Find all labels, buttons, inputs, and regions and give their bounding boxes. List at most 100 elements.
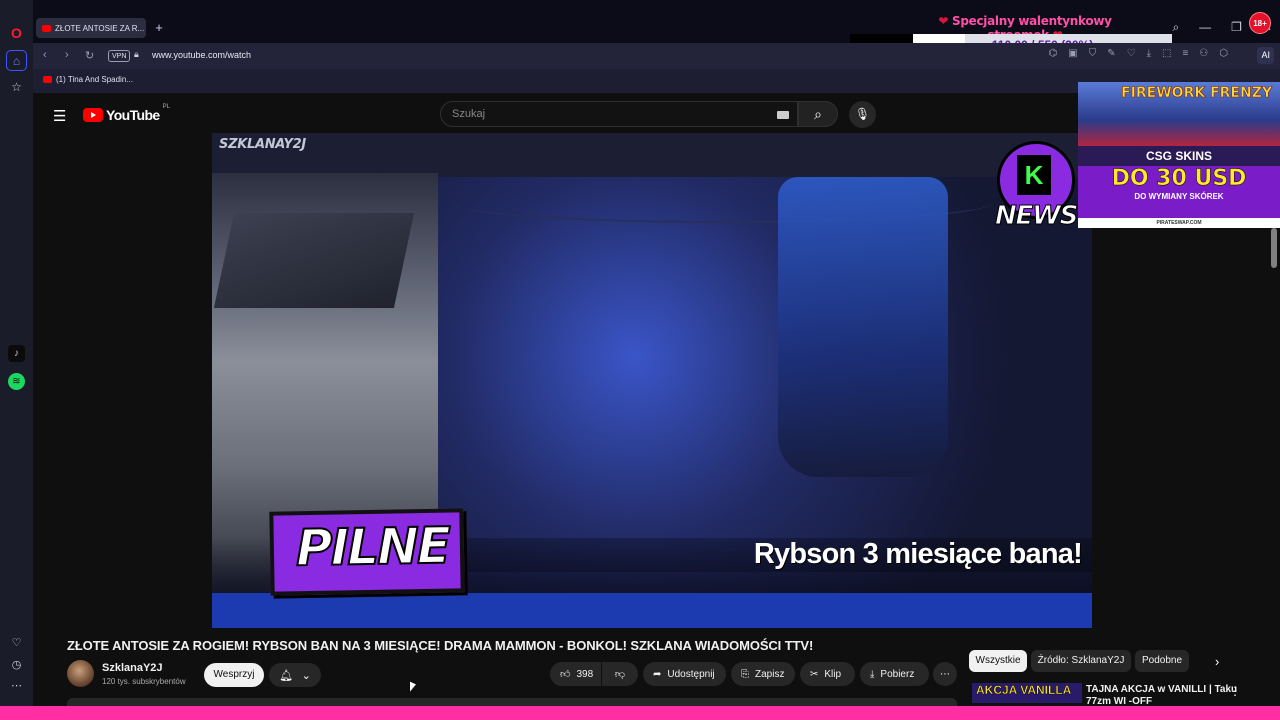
thumbnail-text: AKCJA VANILLA xyxy=(976,683,1072,697)
url-field[interactable]: www.youtube.com/watch xyxy=(152,50,251,60)
download-button[interactable]: ⤓ Pobierz xyxy=(860,662,929,686)
search-button[interactable]: ⌕ xyxy=(798,101,838,127)
save-button[interactable]: ⎘ Zapisz xyxy=(731,662,795,686)
kebab-menu-icon[interactable]: ⋮ xyxy=(1229,684,1241,698)
chevron-down-icon: ⌄ xyxy=(301,669,311,682)
description-box[interactable] xyxy=(67,698,957,706)
ad-banner[interactable]: FIREWORK FRENZY CSG SKINS DO 30 USD DO W… xyxy=(1078,82,1280,228)
bookmark-item[interactable]: (1) Tina And Spadin... xyxy=(43,75,133,84)
channel-watermark: SZKLANAY2J xyxy=(219,137,306,152)
like-button[interactable]: 👍︎ 398 xyxy=(550,662,601,686)
menu-icon[interactable]: ☰ xyxy=(53,107,66,125)
profile-icon[interactable]: ⚇ xyxy=(1199,48,1208,59)
menu-icon[interactable]: ≡ xyxy=(1182,48,1188,59)
chip-source[interactable]: Źródło: SzklanaY2J xyxy=(1031,650,1131,672)
video-title: ZŁOTE ANTOSIE ZA ROGIEM! RYBSON BAN NA 3… xyxy=(67,638,814,653)
new-tab-button[interactable]: + xyxy=(152,21,166,35)
download-icon: ⤓ xyxy=(870,668,875,680)
aria-ai-button[interactable]: AI xyxy=(1257,47,1274,64)
notifications-button[interactable]: 🔔︎ ⌄ xyxy=(269,663,321,687)
snapshot-icon[interactable]: ▣ xyxy=(1068,48,1077,59)
address-bar-row: ‹ › ↻ VPN 🔒︎ www.youtube.com/watch ⌬ ▣ ⛉… xyxy=(33,43,1280,69)
bell-icon: 🔔︎ xyxy=(279,669,294,682)
heart-icon[interactable]: ♡ xyxy=(8,636,25,653)
tiktok-icon[interactable]: ♪ xyxy=(8,345,25,362)
share-button[interactable]: ➦ Udostępnij xyxy=(643,662,726,686)
k-logo-icon: K xyxy=(1017,155,1051,195)
goal-title: ❤ Specjalny walentynkowy streemek ❤ xyxy=(913,14,1137,42)
channel-avatar[interactable] xyxy=(67,660,94,687)
youtube-favicon-icon xyxy=(42,24,51,32)
star-icon[interactable]: ☆ xyxy=(8,78,25,95)
chevron-right-icon[interactable]: › xyxy=(1215,654,1219,669)
support-button[interactable]: Wesprzyj xyxy=(204,663,264,687)
tab-title: ZŁOTE ANTOSIE ZA R... xyxy=(55,23,145,33)
youtube-logo[interactable]: YouTube PL xyxy=(83,104,170,123)
browser-tab[interactable]: ZŁOTE ANTOSIE ZA R... xyxy=(36,18,146,38)
keyboard-icon[interactable] xyxy=(777,111,789,119)
mic-icon: 🎙︎ xyxy=(854,107,871,121)
back-icon[interactable]: ‹ xyxy=(43,49,47,61)
reload-icon[interactable]: ↻ xyxy=(85,49,94,62)
maximize-button[interactable]: ❐ xyxy=(1231,20,1242,35)
recommendation-thumbnail[interactable]: AKCJA VANILLA xyxy=(972,683,1082,703)
extensions-icon[interactable]: ⬚ xyxy=(1162,48,1171,59)
more-icon: ⋯ xyxy=(940,668,950,680)
age-badge: 18+ xyxy=(1249,12,1271,34)
subscriber-count: 120 tys. subskrybentów xyxy=(102,677,186,686)
news-label: NEWS xyxy=(994,201,1078,232)
history-icon[interactable]: ◷ xyxy=(8,658,25,675)
cube-icon[interactable]: ⬡ xyxy=(1219,48,1228,59)
pilne-text: PILNE xyxy=(294,516,450,579)
opera-logo-icon[interactable]: O xyxy=(8,24,25,41)
download-icon[interactable]: ⤓ xyxy=(1147,48,1151,59)
dislike-button[interactable]: 👎︎ xyxy=(602,662,638,686)
ad-headline: FIREWORK FRENZY xyxy=(1121,85,1272,101)
channel-name[interactable]: SzklanaY2J xyxy=(102,662,163,674)
ad-offer-panel: DO 30 USD DO WYMIANY SKÓREK xyxy=(1078,166,1280,218)
share-icon: ➦ xyxy=(653,668,662,680)
bookmark-icon: ⎘ xyxy=(741,668,749,680)
bookmark-label: (1) Tina And Spadin... xyxy=(56,75,133,84)
ad-source: PIRATESWAP.COM xyxy=(1078,218,1280,228)
page-scrollbar[interactable] xyxy=(1271,228,1277,268)
toolbar-icons: ⌬ ▣ ⛉ ✎ ♡ ⤓ ⬚ ≡ ⚇ ⬡ xyxy=(1049,48,1228,59)
video-player[interactable]: SZKLANAY2J K NEWS Rybson 3 miesiące bana… xyxy=(212,133,1092,628)
lock-icon[interactable]: 🔒︎ xyxy=(134,49,139,60)
clip-label: Klip xyxy=(824,668,842,680)
news-logo: K NEWS xyxy=(994,139,1079,235)
spotify-icon[interactable]: ≋ xyxy=(8,373,25,390)
search-input[interactable]: Szukaj xyxy=(440,101,798,127)
search-placeholder: Szukaj xyxy=(452,108,486,120)
camera-icon[interactable]: ⌬ xyxy=(1049,48,1058,59)
chip-related[interactable]: Podobne xyxy=(1135,650,1189,672)
forward-icon[interactable]: › xyxy=(65,49,69,61)
search-tabs-icon[interactable]: ⌕ xyxy=(1172,20,1179,35)
youtube-favicon-icon xyxy=(43,76,52,83)
shield-icon[interactable]: ⛉ xyxy=(1089,48,1097,59)
overlay-pink-bar xyxy=(0,706,1280,720)
voice-search-button[interactable]: 🎙︎ xyxy=(849,101,876,128)
youtube-play-icon xyxy=(83,108,103,122)
vpn-badge[interactable]: VPN xyxy=(108,50,131,62)
pilne-badge: PILNE xyxy=(269,508,465,596)
recommendation-title[interactable]: TAJNA AKCJA w VANILLI | Taku 77zm WI -OF… xyxy=(1086,684,1238,704)
clip-button[interactable]: ✂ Klip xyxy=(800,662,855,686)
video-bottom-band xyxy=(212,593,1092,628)
share-label: Udostępnij xyxy=(667,668,715,680)
scissors-icon: ✂ xyxy=(810,668,819,680)
extension-icon[interactable]: ✎ xyxy=(1107,48,1115,59)
chip-all[interactable]: Wszystkie xyxy=(969,650,1027,672)
person-figure xyxy=(778,177,948,477)
news-ticker: Rybson 3 miesiące bana! xyxy=(464,538,1092,572)
ad-brand: CSG SKINS xyxy=(1078,146,1280,166)
ticker-text: Rybson 3 miesiące bana! xyxy=(753,538,1083,570)
browser-sidebar: O ⌂ ☆ ♪ ≋ ♡ ◷ ⋯ xyxy=(0,0,33,706)
more-icon[interactable]: ⋯ xyxy=(8,679,25,696)
heart-icon[interactable]: ♡ xyxy=(1127,48,1136,59)
save-label: Zapisz xyxy=(755,668,785,680)
ad-offer-sub: DO WYMIANY SKÓREK xyxy=(1134,192,1224,201)
more-actions-button[interactable]: ⋯ xyxy=(933,662,957,686)
minimize-button[interactable]: — xyxy=(1199,20,1211,35)
home-icon[interactable]: ⌂ xyxy=(6,50,27,71)
